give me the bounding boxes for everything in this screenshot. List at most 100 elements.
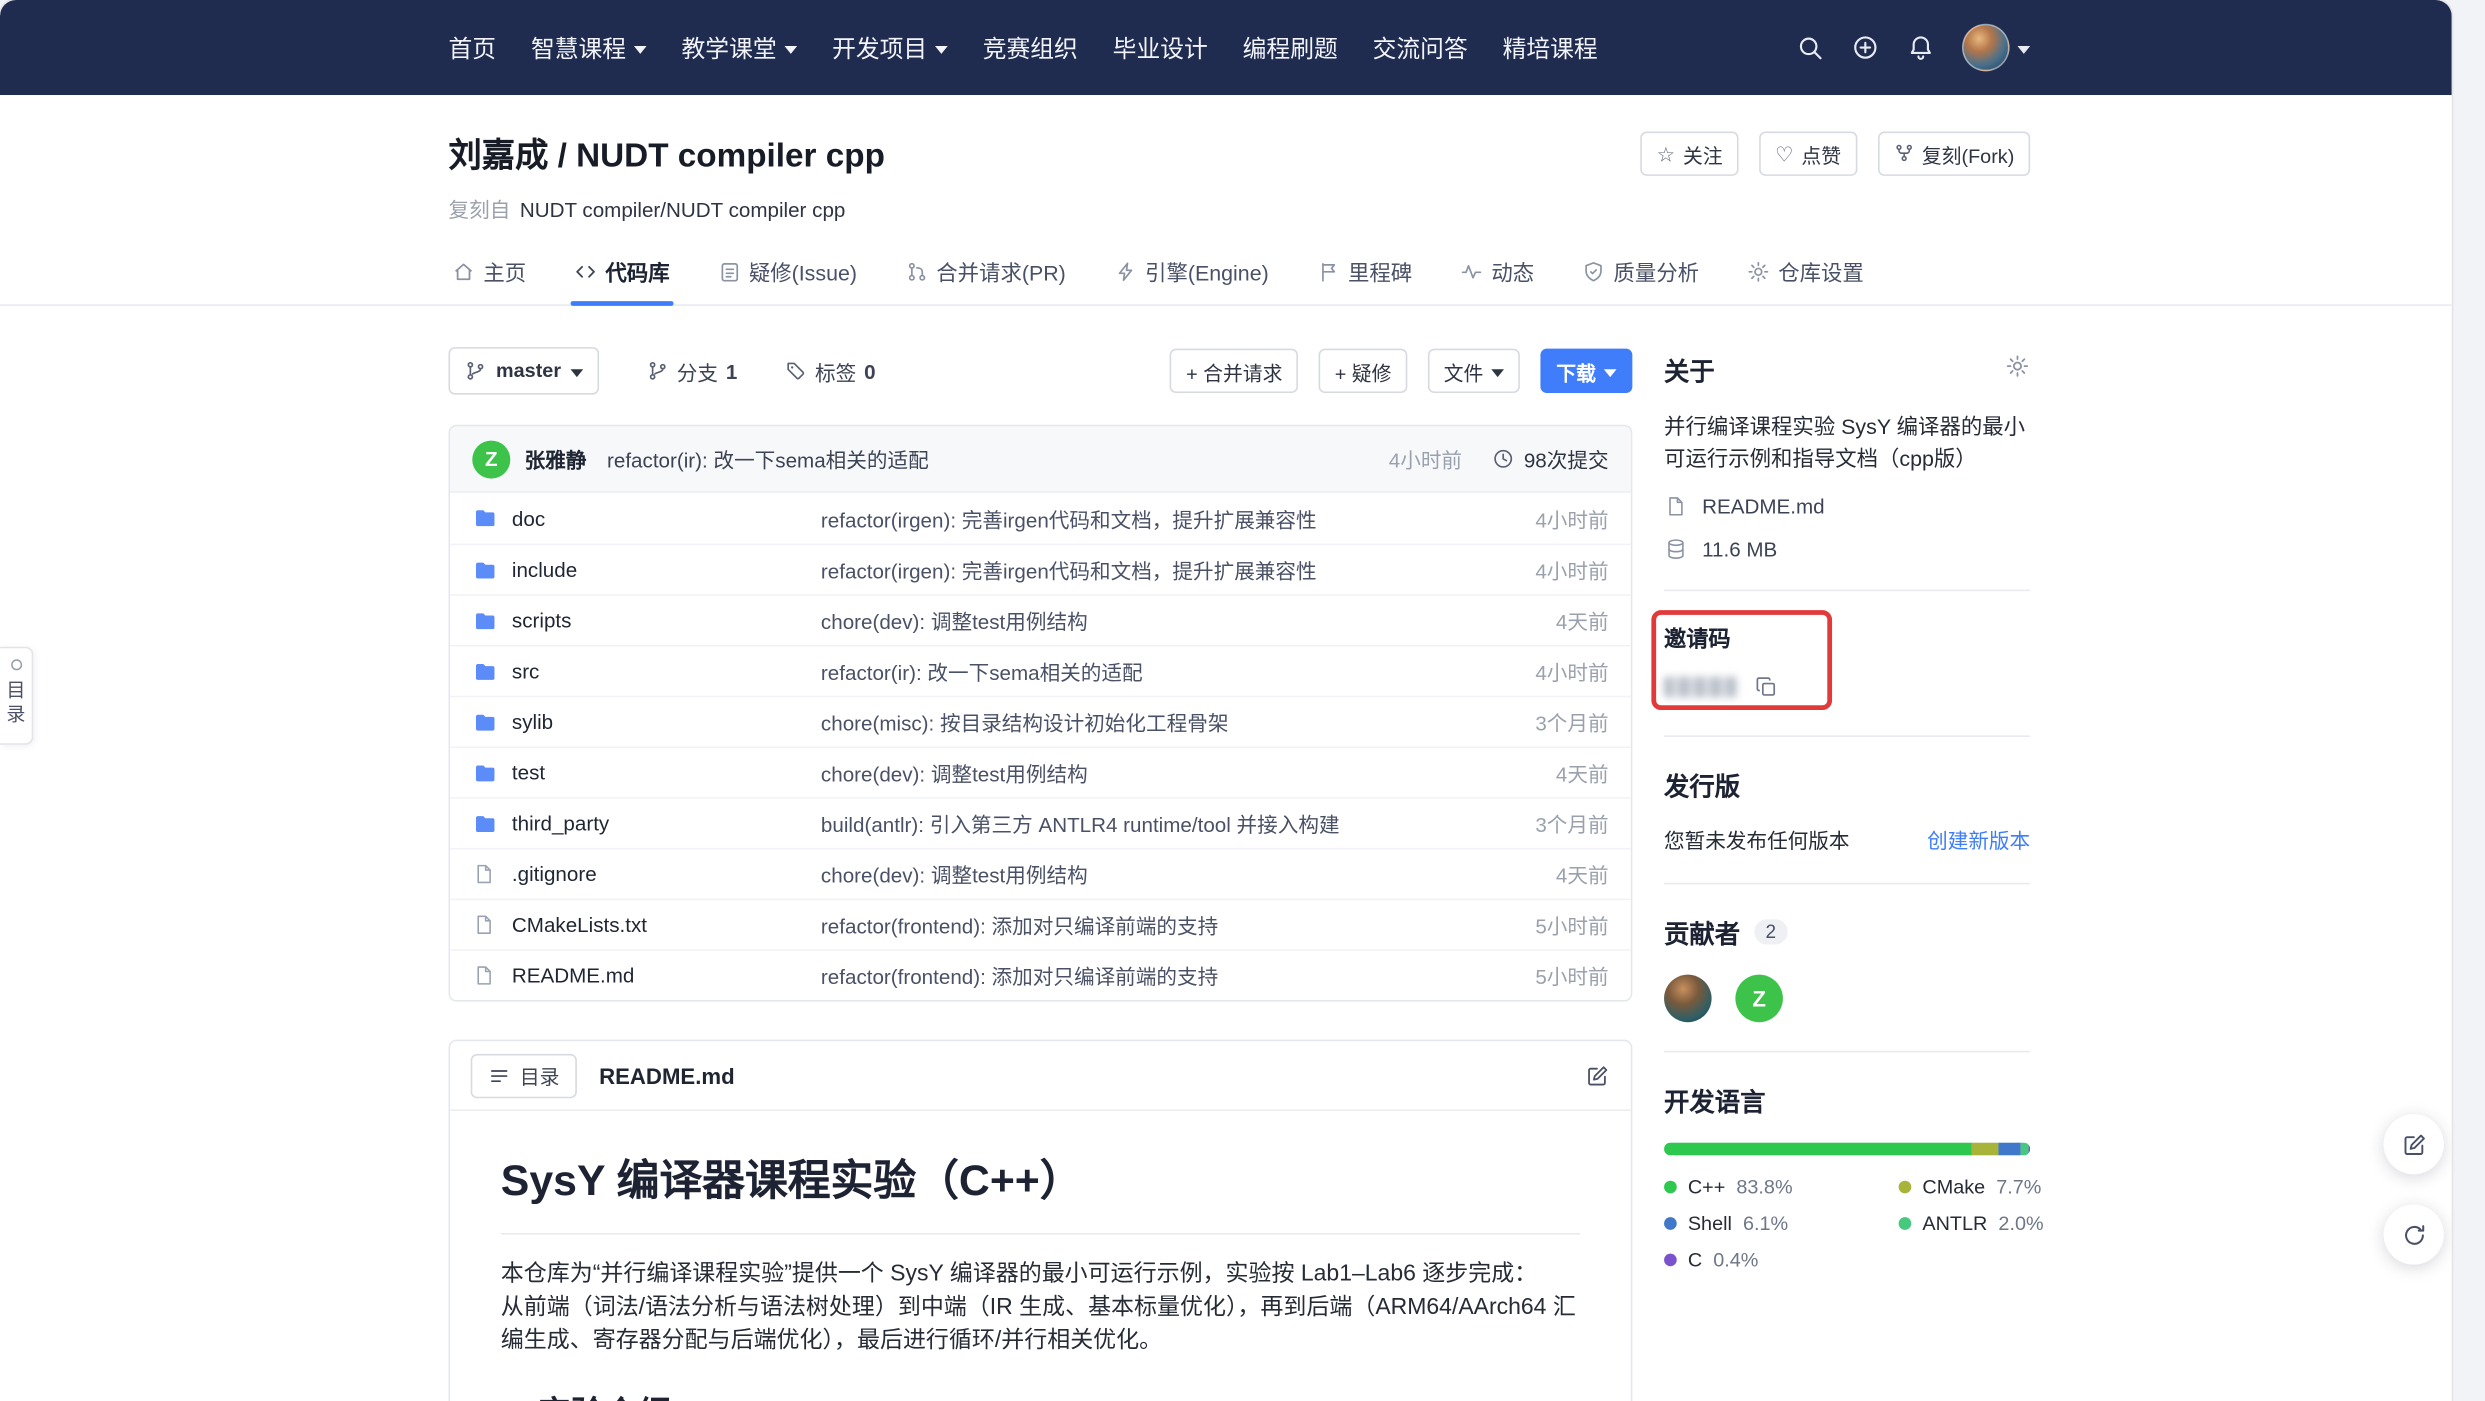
nav-smart-courses[interactable]: 智慧课程	[531, 31, 647, 64]
repo-size: 11.6 MB	[1702, 537, 1777, 561]
commit-message[interactable]: chore(dev): 调整test用例结构	[821, 758, 1523, 788]
table-row[interactable]: CMakeLists.txt refactor(frontend): 添加对只编…	[450, 899, 1631, 950]
contributor-avatar[interactable]	[1664, 975, 1712, 1023]
gear-icon[interactable]	[2005, 353, 2030, 386]
nav-teaching-classroom[interactable]: 教学课堂	[682, 31, 798, 64]
file-name[interactable]: CMakeLists.txt	[512, 913, 807, 937]
bell-icon[interactable]	[1907, 33, 1936, 62]
tab-code[interactable]: 代码库	[571, 247, 673, 304]
commit-author-avatar[interactable]: Z	[472, 440, 510, 478]
nav-graduation-design[interactable]: 毕业设计	[1113, 31, 1208, 64]
tab-label: 主页	[483, 255, 526, 287]
latest-commit-message[interactable]: refactor(ir): 改一下sema相关的适配	[607, 444, 929, 474]
tab-home[interactable]: 主页	[449, 247, 530, 304]
about-title: 关于	[1664, 350, 1715, 388]
nav-label: 教学课堂	[682, 31, 777, 64]
plus-circle-icon[interactable]	[1851, 33, 1880, 62]
watch-button[interactable]: ☆ 关注	[1641, 132, 1739, 176]
refresh-icon	[2400, 1221, 2427, 1248]
chevron-down-icon	[2017, 45, 2030, 53]
history-icon	[1491, 447, 1515, 471]
nav-training-courses[interactable]: 精培课程	[1503, 31, 1598, 64]
tab-quality[interactable]: 质量分析	[1579, 247, 1703, 304]
nav-dev-projects[interactable]: 开发项目	[832, 31, 948, 64]
file-name[interactable]: src	[512, 659, 807, 683]
readme-link[interactable]: README.md	[1702, 494, 1825, 518]
tab-pull-requests[interactable]: 合并请求(PR)	[901, 247, 1069, 304]
repo-toolbar: master 分支1 标签0 + 合并请求 + 疑修 文件 下载	[449, 347, 1633, 395]
toc-dock-tab[interactable]: 目录	[0, 647, 33, 745]
commit-message[interactable]: refactor(frontend): 添加对只编译前端的支持	[821, 960, 1502, 990]
commit-message[interactable]: refactor(irgen): 完善irgen代码和文档，提升扩展兼容性	[821, 555, 1502, 585]
tab-activity[interactable]: 动态	[1457, 247, 1538, 304]
commit-message[interactable]: build(antlr): 引入第三方 ANTLR4 runtime/tool …	[821, 808, 1502, 838]
file-name[interactable]: scripts	[512, 609, 807, 633]
tab-milestones[interactable]: 里程碑	[1313, 247, 1415, 304]
branches-count[interactable]: 分支1	[647, 356, 738, 386]
new-issue-button[interactable]: + 疑修	[1319, 349, 1407, 393]
page-title[interactable]: 刘嘉成 / NUDT compiler cpp	[449, 130, 885, 178]
language-percent: 2.0%	[1998, 1212, 2043, 1234]
nav-competitions[interactable]: 竞赛组织	[983, 31, 1078, 64]
new-pr-button[interactable]: + 合并请求	[1170, 349, 1298, 393]
commit-message[interactable]: refactor(irgen): 完善irgen代码和文档，提升扩展兼容性	[821, 503, 1502, 533]
file-name[interactable]: test	[512, 761, 807, 785]
branch-selector[interactable]: master	[449, 347, 600, 395]
tags-count[interactable]: 标签0	[785, 356, 876, 386]
file-menu-button[interactable]: 文件	[1428, 349, 1520, 393]
commit-message[interactable]: chore(dev): 调整test用例结构	[821, 605, 1523, 635]
language-percent: 6.1%	[1743, 1212, 1788, 1234]
top-navbar: 首页 智慧课程 教学课堂 开发项目 竞赛组织 毕业设计 编程刷题 交流问答 精培…	[0, 0, 2452, 95]
copy-icon[interactable]	[1754, 674, 1778, 698]
refresh-button[interactable]	[2384, 1204, 2444, 1264]
folder-icon	[472, 608, 497, 633]
table-row[interactable]: doc refactor(irgen): 完善irgen代码和文档，提升扩展兼容…	[450, 493, 1631, 544]
contributor-avatar[interactable]: Z	[1735, 975, 1783, 1023]
code-icon	[574, 259, 598, 283]
create-release-link[interactable]: 创建新版本	[1927, 824, 2030, 854]
file-name[interactable]: .gitignore	[512, 862, 807, 886]
commit-message[interactable]: chore(misc): 按目录结构设计初始化工程骨架	[821, 707, 1502, 737]
commits-count[interactable]: 98次提交	[1491, 444, 1609, 474]
tab-label: 引擎(Engine)	[1145, 255, 1269, 287]
tab-settings[interactable]: 仓库设置	[1743, 247, 1867, 304]
table-row[interactable]: third_party build(antlr): 引入第三方 ANTLR4 r…	[450, 797, 1631, 848]
file-name[interactable]: doc	[512, 506, 807, 530]
releases-empty-text: 您暂未发布任何版本	[1664, 824, 1849, 854]
commit-message[interactable]: chore(dev): 调整test用例结构	[821, 859, 1523, 889]
toc-dock-label: 目录	[2, 680, 29, 728]
nav-home[interactable]: 首页	[449, 31, 497, 64]
table-row[interactable]: src refactor(ir): 改一下sema相关的适配 4小时前	[450, 645, 1631, 696]
like-button[interactable]: ♡ 点赞	[1759, 132, 1857, 176]
tab-engine[interactable]: 引擎(Engine)	[1110, 247, 1272, 304]
user-menu[interactable]	[1962, 24, 2030, 72]
branches-count-value: 1	[726, 359, 737, 383]
readme-paragraph-line: 从前端（词法/语法分析与语法树处理）到中端（IR 生成、基本标量优化），再到后端…	[501, 1295, 1576, 1354]
table-row[interactable]: include refactor(irgen): 完善irgen代码和文档，提升…	[450, 544, 1631, 595]
tab-label: 里程碑	[1348, 255, 1412, 287]
current-branch-label: master	[496, 360, 561, 382]
toc-button[interactable]: 目录	[471, 1053, 577, 1097]
file-name[interactable]: sylib	[512, 710, 807, 734]
table-row[interactable]: README.md refactor(frontend): 添加对只编译前端的支…	[450, 949, 1631, 1000]
nav-qa[interactable]: 交流问答	[1373, 31, 1468, 64]
file-name[interactable]: README.md	[512, 964, 807, 988]
table-row[interactable]: .gitignore chore(dev): 调整test用例结构 4天前	[450, 848, 1631, 899]
search-icon[interactable]	[1796, 33, 1825, 62]
download-button[interactable]: 下载	[1540, 349, 1632, 393]
feedback-edit-button[interactable]	[2384, 1114, 2444, 1174]
edit-icon[interactable]	[1585, 1063, 1610, 1088]
commit-message[interactable]: refactor(frontend): 添加对只编译前端的支持	[821, 910, 1502, 940]
forked-from-link[interactable]: NUDT compiler/NUDT compiler cpp	[520, 198, 846, 222]
file-name[interactable]: include	[512, 558, 807, 582]
table-row[interactable]: scripts chore(dev): 调整test用例结构 4天前	[450, 594, 1631, 645]
commit-author[interactable]: 张雅静	[525, 444, 587, 474]
table-row[interactable]: test chore(dev): 调整test用例结构 4天前	[450, 746, 1631, 797]
tags-count-value: 0	[864, 359, 875, 383]
table-row[interactable]: sylib chore(misc): 按目录结构设计初始化工程骨架 3个月前	[450, 696, 1631, 747]
commit-message[interactable]: refactor(ir): 改一下sema相关的适配	[821, 656, 1502, 686]
fork-button[interactable]: 复刻(Fork)	[1877, 132, 2030, 176]
file-name[interactable]: third_party	[512, 811, 807, 835]
nav-coding-practice[interactable]: 编程刷题	[1243, 31, 1338, 64]
tab-issues[interactable]: 疑修(Issue)	[714, 247, 860, 304]
